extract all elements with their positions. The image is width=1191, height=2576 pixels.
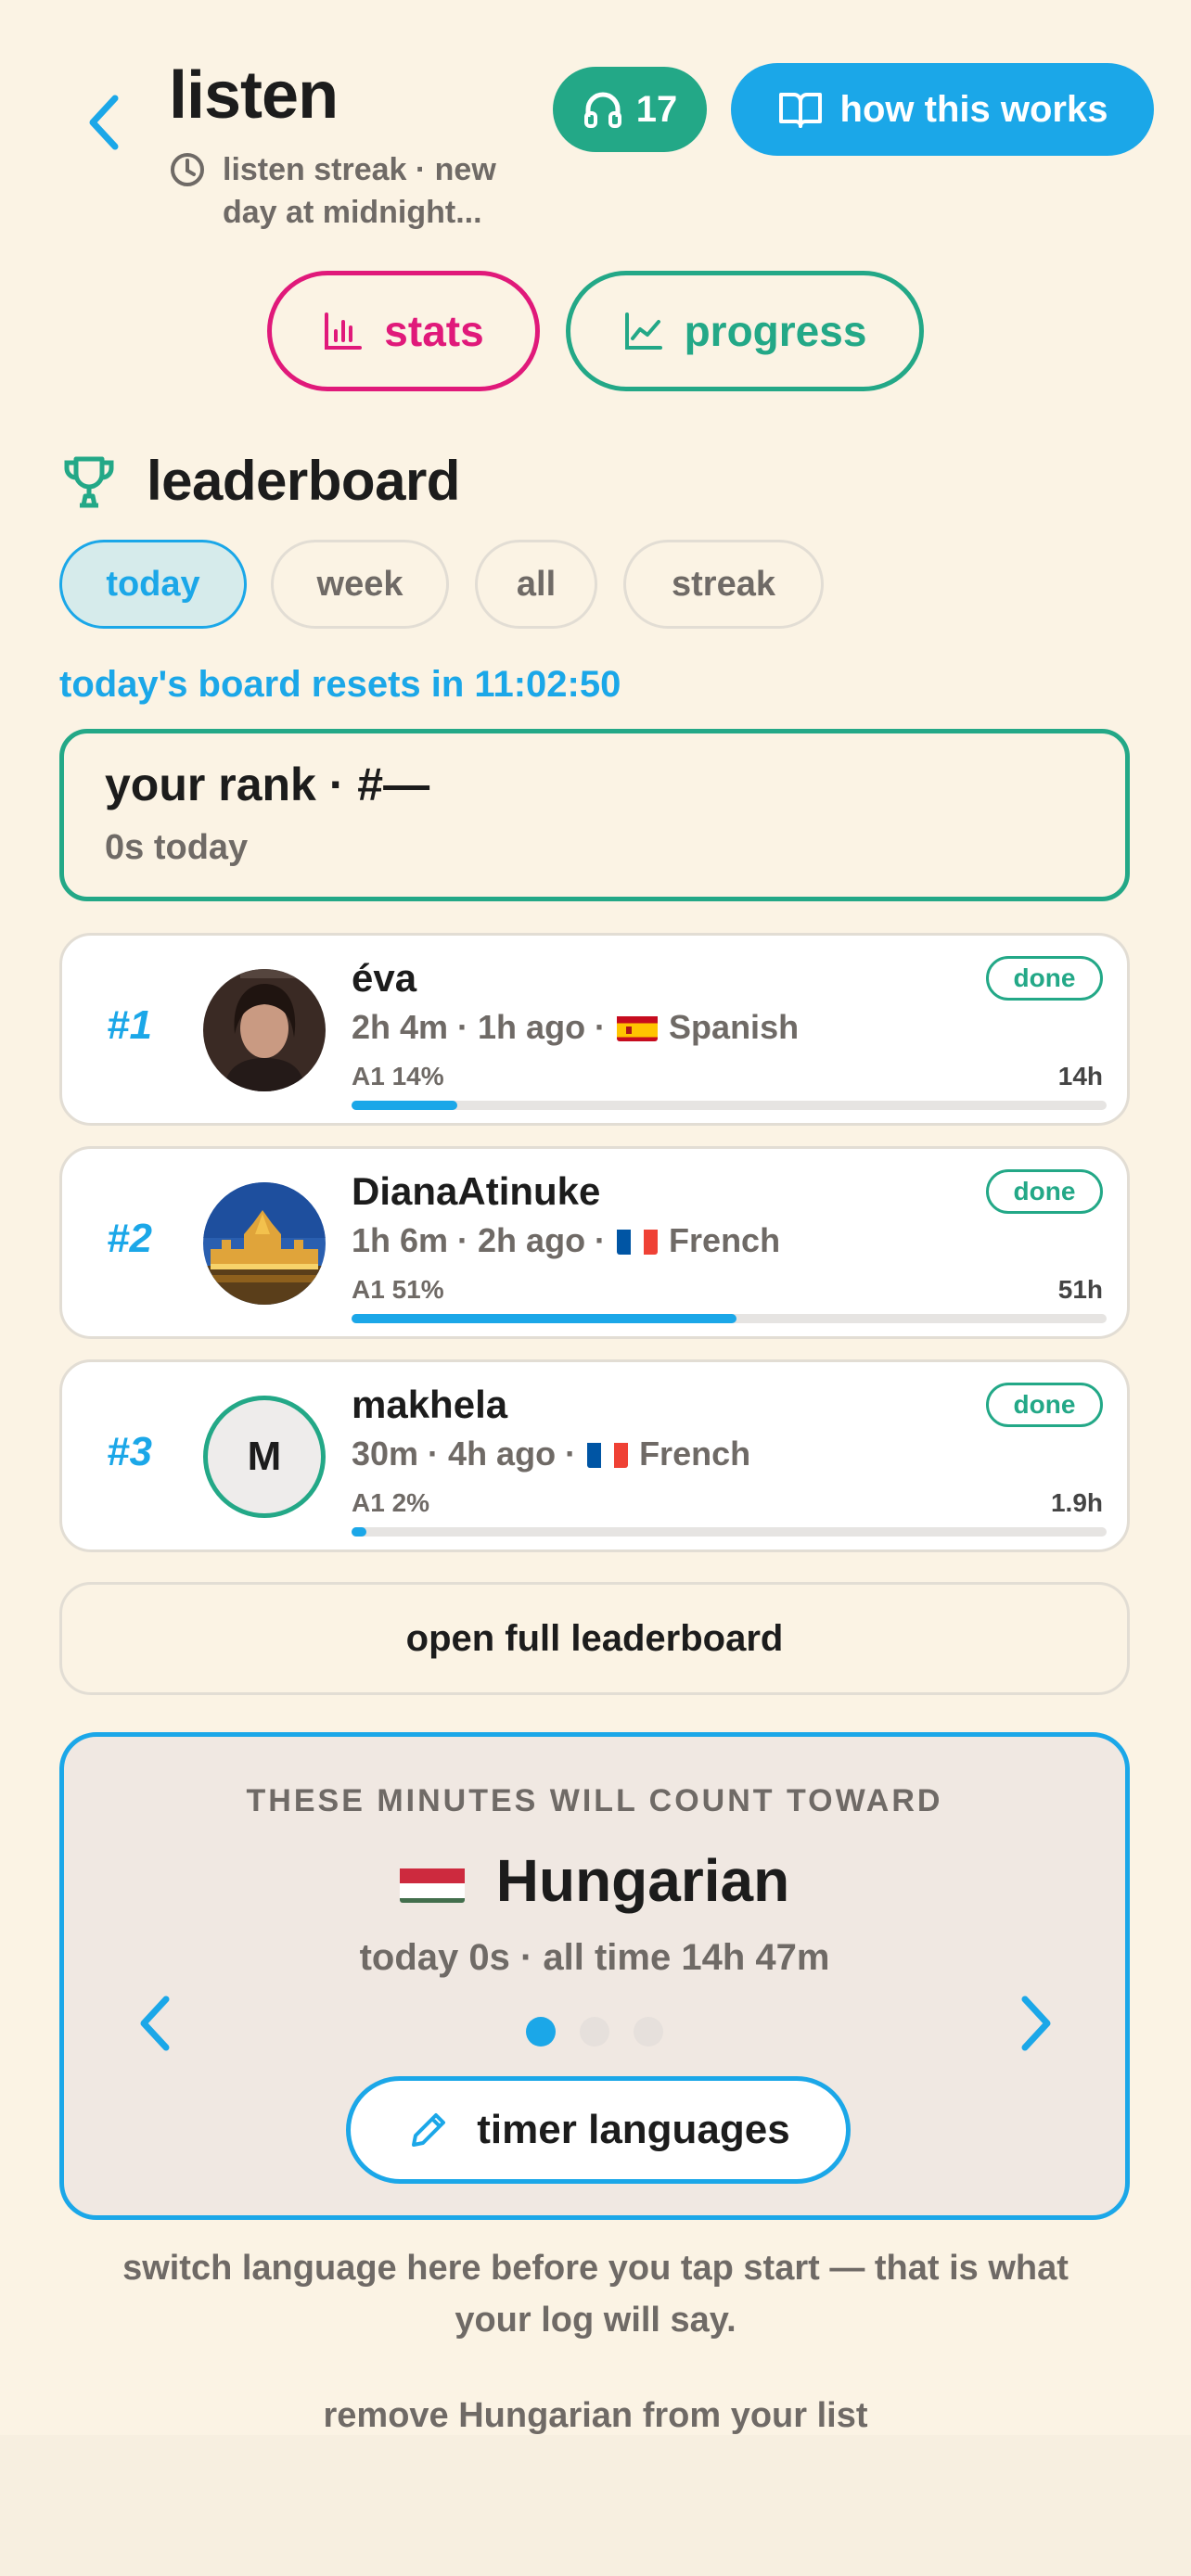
avatar [203,969,326,1091]
streak-subtitle: listen streak · new day at midnight... [169,148,558,234]
level-progress-fill [352,1101,457,1110]
stats-label: stats [384,307,484,355]
user-name: DianaAtinuke [352,1169,601,1213]
bottom-panel [0,2435,1191,2576]
how-this-works-label: how this works [839,88,1108,130]
status-badge: done [986,956,1103,1001]
progress-button[interactable]: progress [566,271,924,391]
carousel-dot[interactable] [634,2017,663,2047]
entry-time-info: 30m · 4h ago · [352,1435,577,1473]
france-flag-icon [617,1227,659,1255]
streak-subtitle-text: listen streak · new day at midnight... [223,152,496,230]
entry-meta: 30m · 4h ago · French [352,1435,750,1473]
level-label: A1 2% [352,1488,430,1517]
back-button[interactable] [76,85,132,159]
status-badge: done [986,1169,1103,1214]
entry-time-info: 2h 4m · 1h ago · [352,1008,607,1046]
page-title: listen [169,58,339,133]
selected-language: Hungarian [64,1846,1125,1915]
total-hours: 51h [1057,1275,1103,1304]
timer-languages-label: timer languages [477,2107,790,2152]
level-label: A1 14% [352,1062,444,1090]
trophy-icon [64,456,114,507]
entry-language: Spanish [669,1008,800,1046]
your-rank-time: 0s today [105,828,249,867]
level-progress-fill [352,1314,737,1323]
selected-language-name: Hungarian [495,1847,790,1914]
listen-streak-badge[interactable]: 17 [553,67,707,152]
book-open-icon [778,93,822,128]
timer-languages-button[interactable]: timer languages [346,2076,851,2184]
level-progress-bar [352,1101,1107,1110]
tab-streak[interactable]: streak [623,540,824,629]
spain-flag-icon [617,1014,659,1041]
line-chart-icon [624,312,662,350]
rank-number: #2 [107,1216,152,1261]
tab-today[interactable]: today [59,540,247,629]
tab-all[interactable]: all [475,540,597,629]
avatar [203,1182,326,1305]
stats-button[interactable]: stats [267,271,540,391]
rank-number: #3 [107,1429,152,1474]
total-hours: 1.9h [1050,1488,1103,1517]
headphones-icon [583,92,621,128]
level-label: A1 51% [352,1275,444,1304]
remove-language-link[interactable]: remove Hungarian from your list [0,2396,1191,2436]
leaderboard-entry[interactable]: #3 M makhela 30m · 4h ago · French A1 2%… [59,1359,1130,1552]
total-hours: 14h [1057,1062,1103,1090]
user-name: éva [352,956,417,1000]
rank-number: #1 [107,1002,152,1048]
open-full-leaderboard-button[interactable]: open full leaderboard [59,1582,1130,1695]
avatar-initial: M [203,1396,326,1518]
streak-count: 17 [635,88,678,130]
switch-language-note: switch language here before you tap star… [122,2249,1069,2340]
language-selector-card: THESE MINUTES WILL COUNT TOWARD Hungaria… [59,1732,1130,2220]
france-flag-icon [587,1440,629,1468]
tab-week[interactable]: week [271,540,449,629]
entry-language: French [639,1435,751,1473]
clock-icon [171,153,204,186]
status-badge: done [986,1383,1103,1427]
count-toward-label: THESE MINUTES WILL COUNT TOWARD [246,1783,943,1818]
level-progress-bar [352,1314,1107,1323]
your-rank-title: your rank · #— [105,759,430,810]
level-progress-bar [352,1527,1107,1537]
entry-time-info: 1h 6m · 2h ago · [352,1221,607,1259]
leaderboard-entry[interactable]: #1 éva 2h 4m · 1h ago · Spanish A1 14% 1… [59,933,1130,1126]
leaderboard-header: leaderboard [59,449,460,513]
progress-label: progress [684,307,867,355]
chevron-left-icon [89,95,119,150]
entry-meta: 1h 6m · 2h ago · French [352,1221,780,1260]
user-name: makhela [352,1383,508,1426]
carousel-dot[interactable] [526,2017,556,2047]
hungary-flag-icon [399,1858,465,1903]
carousel-dots [64,2017,1125,2047]
leaderboard-title: leaderboard [147,450,460,512]
leaderboard-entry[interactable]: #2 DianaAtinuke 1h 6m · 2h ago · French … [59,1146,1130,1339]
your-rank-card: your rank · #— 0s today [59,729,1130,901]
language-time-stats: today 0s · all time 14h 47m [359,1937,830,1978]
entry-meta: 2h 4m · 1h ago · Spanish [352,1008,799,1047]
how-this-works-button[interactable]: how this works [731,63,1154,156]
level-progress-fill [352,1527,367,1537]
carousel-dot[interactable] [580,2017,609,2047]
board-reset-countdown: today's board resets in 11:02:50 [59,664,621,705]
pencil-icon [412,2113,446,2147]
bar-chart-icon [325,312,363,350]
entry-language: French [669,1221,781,1259]
